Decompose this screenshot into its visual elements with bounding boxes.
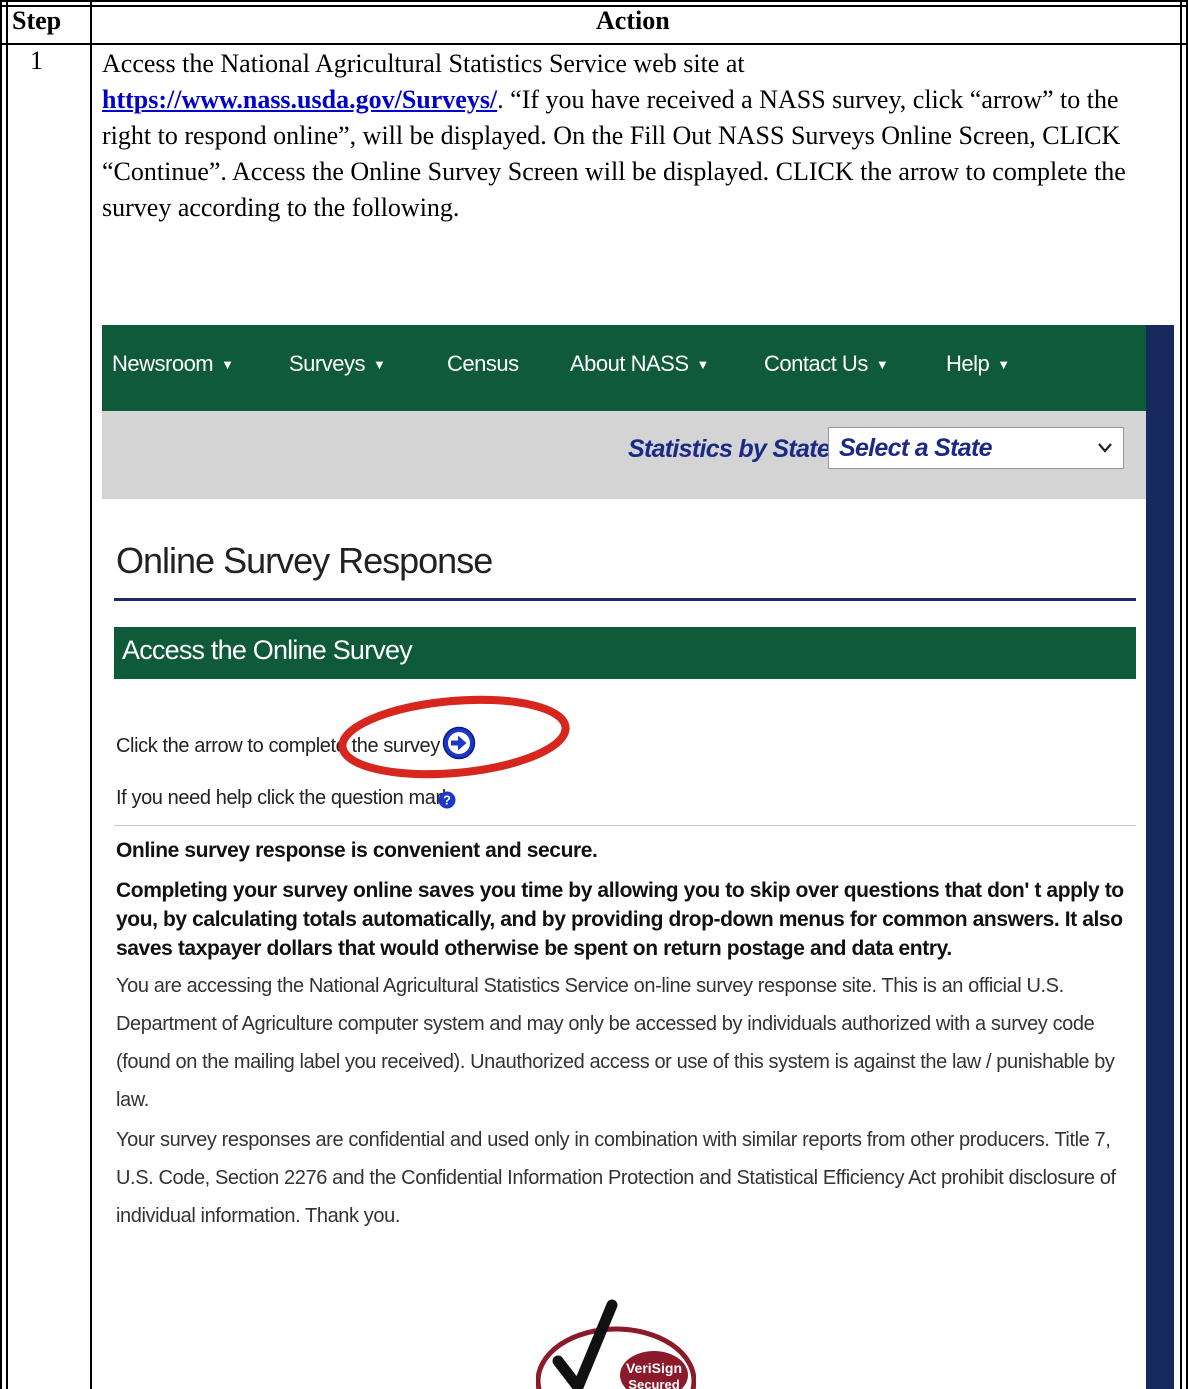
nav-census[interactable]: Census: [447, 351, 519, 377]
content-divider: [114, 825, 1136, 826]
nass-surveys-link[interactable]: https://www.nass.usda.gov/Surveys/: [102, 85, 497, 114]
nav-help-label: Help: [946, 351, 990, 376]
procedure-table: Step Action 1 Access the National Agricu…: [0, 0, 1188, 1389]
title-underline: [114, 598, 1136, 601]
verisign-line2: Secured: [628, 1377, 679, 1389]
nav-surveys-label: Surveys: [289, 351, 365, 376]
nav-census-label: Census: [447, 351, 519, 376]
nav-about-nass[interactable]: About NASS ▼: [570, 351, 709, 377]
statistics-by-state-label: Statistics by State: [628, 435, 831, 463]
section-header: Access the Online Survey: [114, 627, 1136, 679]
svg-text:?: ?: [443, 793, 451, 808]
nav-surveys[interactable]: Surveys ▼: [289, 351, 386, 377]
benefits-paragraph: Completing your survey online saves you …: [116, 879, 1124, 960]
chevron-down-icon: [1098, 443, 1112, 453]
step-instructions: Access the National Agricultural Statist…: [102, 46, 1172, 226]
section-title: Access the Online Survey: [122, 635, 413, 665]
online-survey-screenshot: Newsroom ▼ Surveys ▼ Census About NASS ▼ Co…: [102, 325, 1174, 1389]
screenshot-page: Newsroom ▼ Surveys ▼ Census About NASS ▼ Co…: [102, 325, 1146, 1389]
table-border-left-inner: [6, 0, 8, 1389]
page-title: Online Survey Response: [116, 540, 493, 581]
secure-heading: Online survey response is convenient and…: [116, 839, 598, 862]
header-step: Step: [12, 6, 62, 35]
red-highlight-oval: [338, 695, 570, 779]
table-border-top-inner: [0, 5, 1188, 7]
table-column-divider: [90, 0, 92, 1389]
nav-contact-us[interactable]: Contact Us ▼: [764, 351, 889, 377]
authorized-access-paragraph: You are accessing the National Agricultu…: [116, 975, 1115, 1111]
confidentiality-paragraph: Your survey responses are confidential a…: [116, 1129, 1116, 1227]
question-mark-icon[interactable]: ?: [438, 791, 456, 809]
state-search-bar: Statistics by State Select a State: [102, 411, 1146, 499]
top-nav-bar: Newsroom ▼ Surveys ▼ Census About NASS ▼ Co…: [102, 325, 1146, 411]
caret-down-icon: ▼: [875, 357, 889, 372]
nav-about-label: About NASS: [570, 351, 689, 376]
table-header-rule: [0, 43, 1188, 45]
caret-down-icon: ▼: [372, 357, 386, 372]
instructions-intro: Access the National Agricultural Statist…: [102, 49, 745, 78]
header-action: Action: [596, 6, 670, 35]
table-border-left: [0, 0, 2, 1389]
caret-down-icon: ▼: [221, 357, 234, 372]
table-border-right-inner: [1180, 0, 1182, 1389]
verisign-line1: VeriSign: [626, 1360, 682, 1376]
nav-newsroom[interactable]: Newsroom ▼: [112, 351, 234, 377]
help-text: If you need help click the question mark: [116, 787, 452, 809]
state-select-value: Select a State: [839, 434, 992, 462]
table-border-top: [0, 0, 1188, 2]
verisign-secured-seal: VeriSign Secured: [536, 1299, 696, 1389]
nav-help[interactable]: Help ▼: [946, 351, 1010, 377]
nav-contact-label: Contact Us: [764, 351, 868, 376]
caret-down-icon: ▼: [696, 357, 710, 372]
state-select[interactable]: Select a State: [828, 427, 1124, 469]
step-number: 1: [30, 46, 43, 75]
caret-down-icon: ▼: [997, 357, 1010, 372]
nav-newsroom-label: Newsroom: [112, 351, 214, 376]
